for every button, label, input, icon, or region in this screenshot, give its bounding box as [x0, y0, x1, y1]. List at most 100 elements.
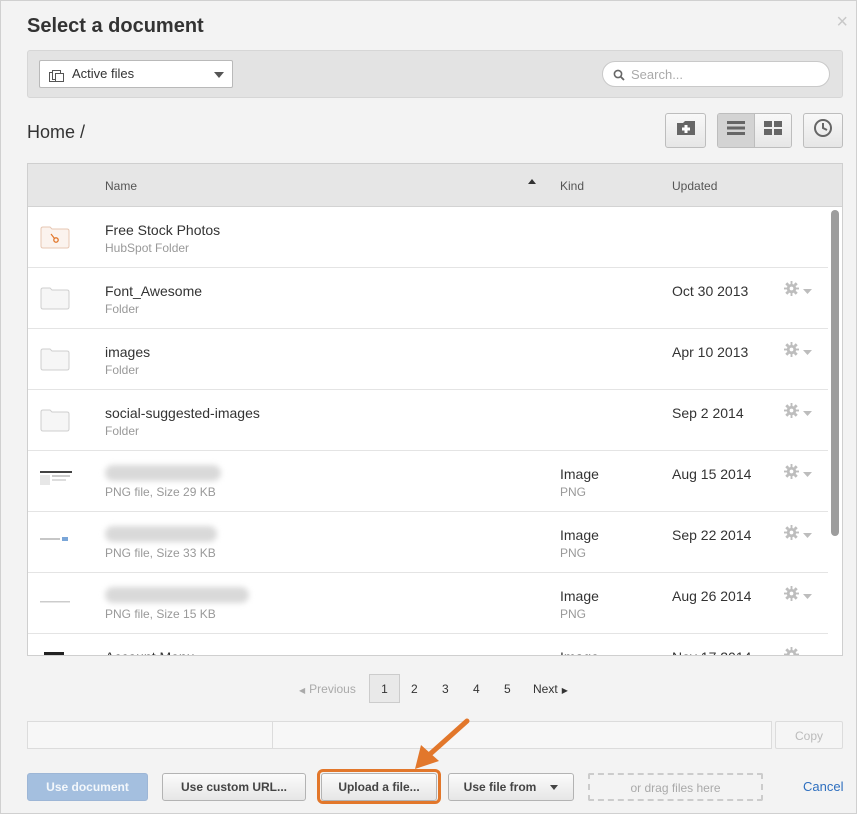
callout-arrow-icon: [415, 718, 470, 769]
file-kind: Image: [560, 649, 599, 655]
folder-icon: [40, 408, 70, 437]
caret-down-icon: [803, 282, 812, 300]
next-label: Next: [533, 682, 558, 696]
document-picker-dialog: Select a document × Active files Home /: [0, 0, 857, 814]
drag-drop-zone[interactable]: or drag files here: [588, 773, 763, 801]
new-folder-button[interactable]: [665, 113, 706, 148]
file-name-redacted: [105, 526, 217, 542]
file-name: images: [105, 344, 151, 360]
caret-down-icon: [803, 343, 812, 361]
file-name-redacted: [105, 587, 249, 603]
cancel-link[interactable]: Cancel: [803, 779, 843, 794]
table-row[interactable]: Free Stock Photos HubSpot Folder: [28, 207, 828, 268]
column-header-updated[interactable]: Updated: [672, 179, 717, 193]
row-actions-menu[interactable]: [784, 525, 812, 545]
caret-down-icon: [803, 465, 812, 483]
previous-label: Previous: [309, 682, 356, 696]
file-updated-date: Nov 17 2014: [672, 649, 751, 655]
grid-view-button[interactable]: [755, 114, 791, 147]
page-link[interactable]: 4: [473, 682, 480, 696]
file-list-header: Name Kind Updated: [28, 164, 842, 207]
grid-icon: [764, 121, 782, 140]
use-file-from-button[interactable]: Use file from: [448, 773, 574, 801]
previous-page-link[interactable]: ◀ Previous: [299, 682, 356, 696]
row-actions-menu[interactable]: [784, 464, 812, 484]
next-page-link[interactable]: Next ▶: [533, 682, 568, 696]
file-updated-date: Aug 26 2014: [672, 588, 752, 604]
file-filter-select[interactable]: Active files: [39, 60, 233, 88]
file-name: Font_Awesome: [105, 283, 203, 299]
recent-files-button[interactable]: [803, 113, 843, 148]
file-list: Name Kind Updated Free Stock Photos HubSp…: [27, 163, 843, 656]
use-document-button[interactable]: Use document: [27, 773, 148, 801]
folder-icon: [40, 347, 70, 376]
table-row[interactable]: social-suggested-images Folder Sep 2 2014: [28, 390, 828, 451]
caret-down-icon: [803, 404, 812, 422]
file-kind: Image: [560, 588, 599, 604]
caret-right-icon: ▶: [561, 686, 568, 695]
row-actions-menu[interactable]: [784, 647, 812, 655]
row-actions-menu[interactable]: [784, 281, 812, 301]
file-type-label: Folder: [105, 424, 140, 438]
list-view-button[interactable]: [718, 114, 755, 147]
row-actions-menu[interactable]: [784, 586, 812, 606]
file-type-label: PNG file, Size 29 KB: [105, 485, 216, 499]
column-header-kind[interactable]: Kind: [560, 179, 584, 193]
page-link[interactable]: 3: [442, 682, 449, 696]
view-toggle-group: [717, 113, 792, 148]
sort-ascending-icon: [528, 179, 536, 184]
file-type-label: Folder: [105, 302, 140, 316]
file-kind: Image: [560, 466, 599, 482]
search-icon: [613, 68, 625, 86]
image-thumbnail: [40, 530, 72, 555]
new-folder-icon: [676, 120, 696, 141]
page-link[interactable]: 5: [504, 682, 511, 696]
file-format: PNG: [560, 485, 587, 499]
table-row[interactable]: Font_Awesome Folder Oct 30 2013: [28, 268, 828, 329]
gear-icon: [784, 464, 799, 484]
copy-button[interactable]: Copy: [775, 721, 843, 749]
caret-down-icon: [803, 648, 812, 655]
file-name: Free Stock Photos: [105, 222, 221, 238]
table-row[interactable]: PNG file, Size 15 KB Image PNG Aug 26 2014: [28, 573, 828, 634]
table-row[interactable]: PNG file, Size 33 KB Image PNG Sep 22 2014: [28, 512, 828, 573]
image-thumbnail: [40, 591, 72, 616]
page-current[interactable]: 1: [369, 674, 400, 703]
caret-down-icon: [803, 526, 812, 544]
file-name: social-suggested-images: [105, 405, 260, 421]
row-actions-menu[interactable]: [784, 342, 812, 362]
row-actions-menu[interactable]: [784, 403, 812, 423]
dialog-title: Select a document: [27, 15, 204, 37]
file-filter-value: Active files: [72, 66, 135, 81]
search-box[interactable]: [602, 61, 830, 87]
gear-icon: [784, 586, 799, 606]
use-custom-url-button[interactable]: Use custom URL...: [162, 773, 306, 801]
image-thumbnail: [40, 469, 72, 494]
gear-icon: [784, 403, 799, 423]
file-updated-date: Sep 2 2014: [672, 405, 744, 421]
table-row[interactable]: PNG file, Size 29 KB Image PNG Aug 15 2014: [28, 451, 828, 512]
file-updated-date: Apr 10 2013: [672, 344, 749, 360]
gear-icon: [784, 525, 799, 545]
scrollbar[interactable]: [831, 210, 839, 536]
file-format: PNG: [560, 607, 587, 621]
clock-icon: [813, 118, 833, 143]
file-rows: Free Stock Photos HubSpot Folder Font_Awes…: [28, 207, 828, 655]
file-updated-date: Sep 22 2014: [672, 527, 752, 543]
table-row[interactable]: Account Menu Image Nov 17 2014: [28, 634, 828, 655]
close-icon[interactable]: ×: [836, 11, 848, 34]
filter-toolbar: Active files: [27, 50, 843, 98]
gear-icon: [784, 342, 799, 362]
hubspot-folder-icon: [40, 225, 70, 254]
file-format: PNG: [560, 546, 587, 560]
search-input[interactable]: [629, 65, 819, 83]
page-link[interactable]: 2: [411, 682, 418, 696]
breadcrumb[interactable]: Home /: [27, 122, 85, 143]
file-kind: Image: [560, 527, 599, 543]
chevron-down-icon: [550, 784, 559, 790]
files-icon: [49, 70, 65, 85]
caret-down-icon: [803, 587, 812, 605]
column-header-name[interactable]: Name: [105, 179, 137, 193]
table-row[interactable]: images Folder Apr 10 2013: [28, 329, 828, 390]
url-display-field[interactable]: [27, 721, 772, 749]
